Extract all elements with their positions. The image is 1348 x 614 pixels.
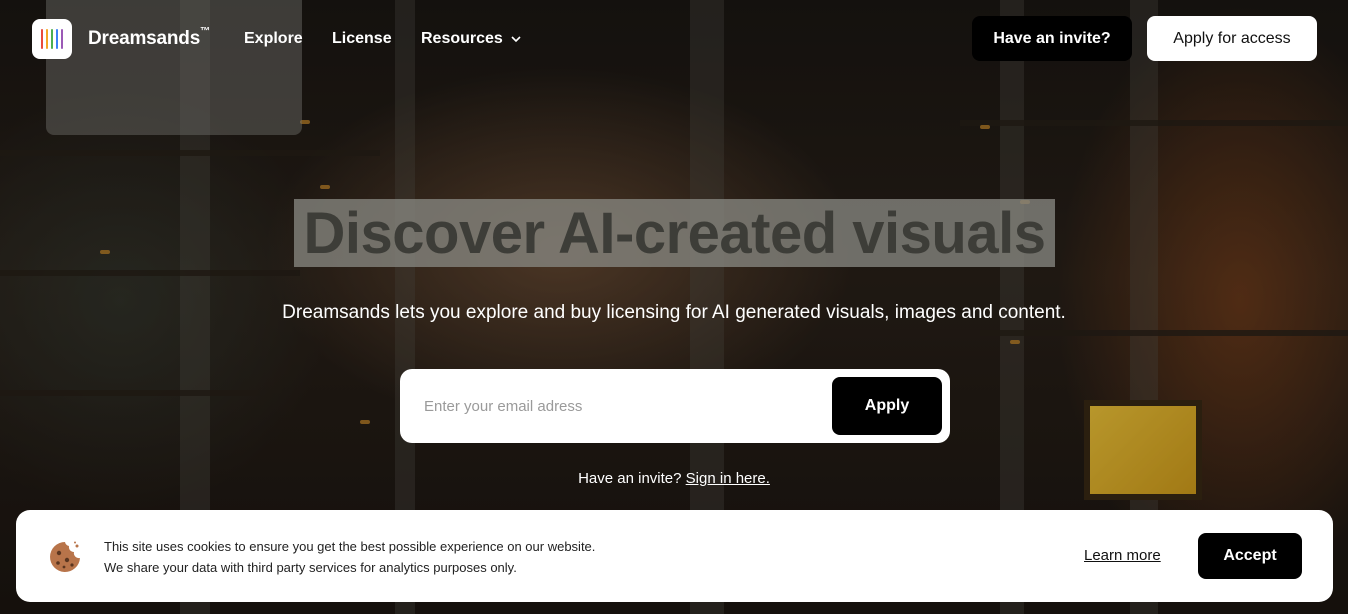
nav-resources[interactable]: Resources — [421, 30, 521, 48]
brand-name[interactable]: Dreamsands™ — [88, 26, 210, 50]
learn-more-link[interactable]: Learn more — [1084, 547, 1161, 564]
nav-license[interactable]: License — [332, 30, 392, 48]
cookie-icon — [50, 541, 80, 572]
sign-in-link[interactable]: Sign in here. — [686, 470, 770, 487]
apply-for-access-button[interactable]: Apply for access — [1147, 16, 1317, 61]
cookie-message: This site uses cookies to ensure you get… — [104, 536, 595, 578]
logo-bar — [61, 29, 63, 49]
hero-subtitle: Dreamsands lets you explore and buy lice… — [282, 302, 1066, 323]
cookie-banner: This site uses cookies to ensure you get… — [16, 510, 1333, 602]
site-header: Dreamsands™ Explore License Resources Ha… — [0, 0, 1348, 80]
accept-cookies-button[interactable]: Accept — [1198, 533, 1302, 579]
logo-bar — [51, 29, 53, 49]
logo-bar — [41, 29, 43, 49]
nav-license-label: License — [332, 30, 392, 47]
nav-explore-label: Explore — [244, 30, 303, 47]
logo-bar — [46, 29, 48, 49]
have-invite-button[interactable]: Have an invite? — [972, 16, 1132, 61]
chevron-down-icon — [511, 36, 521, 43]
apply-button[interactable]: Apply — [832, 377, 942, 435]
nav-explore[interactable]: Explore — [244, 30, 303, 48]
hero-title: Discover AI-created visuals — [294, 199, 1055, 267]
invite-prompt-text: Have an invite? — [578, 470, 682, 487]
email-input[interactable] — [414, 379, 814, 433]
logo-icon[interactable] — [32, 19, 72, 59]
sign-in-prompt: Have an invite? Sign in here. — [0, 470, 1348, 487]
cookie-message-line2: We share your data with third party serv… — [104, 560, 517, 575]
email-signup-form: Apply — [400, 369, 950, 443]
logo-bar — [56, 29, 58, 49]
nav-resources-label: Resources — [421, 30, 503, 47]
cookie-message-line1: This site uses cookies to ensure you get… — [104, 539, 596, 554]
trademark-symbol: ™ — [200, 26, 210, 37]
